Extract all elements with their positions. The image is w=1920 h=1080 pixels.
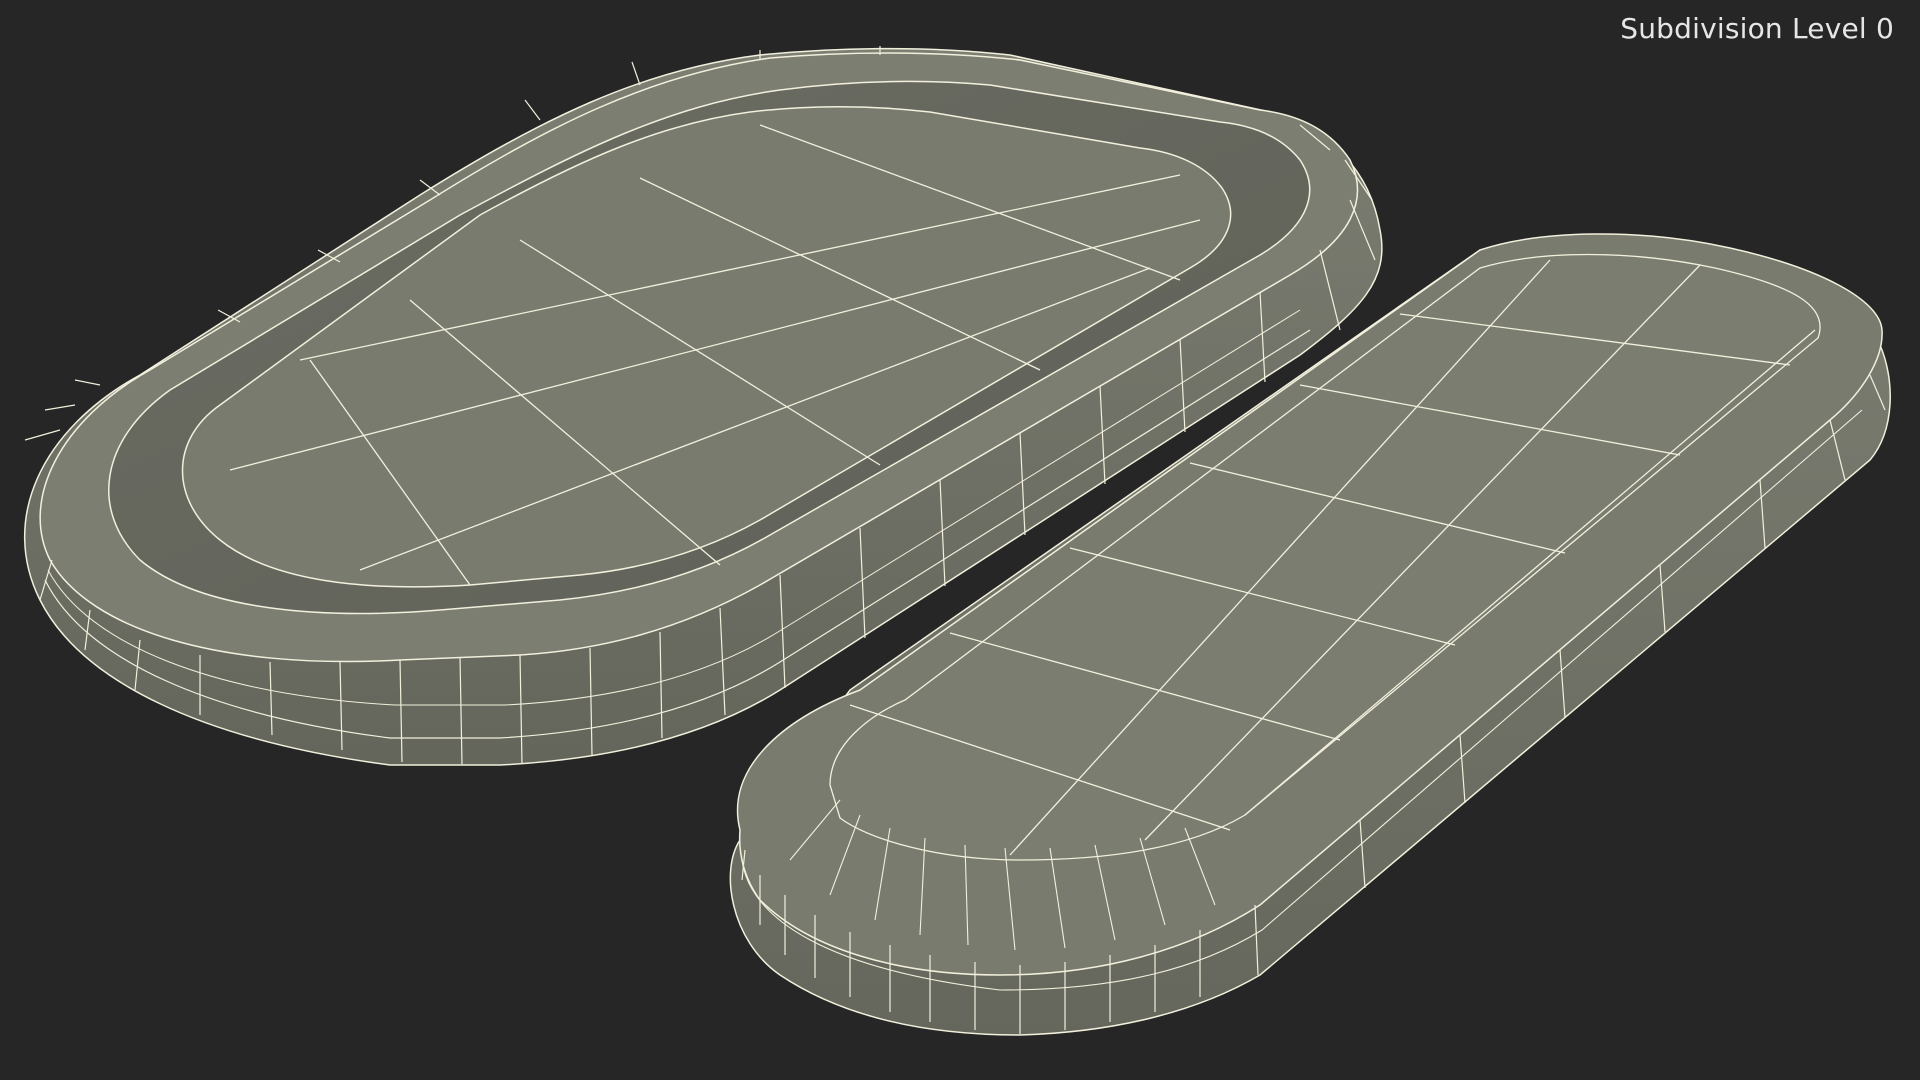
wireframe-render	[24, 46, 1891, 1036]
render-viewport: Subdivision Level 0	[0, 0, 1920, 1080]
subdivision-level-label: Subdivision Level 0	[1620, 12, 1894, 45]
